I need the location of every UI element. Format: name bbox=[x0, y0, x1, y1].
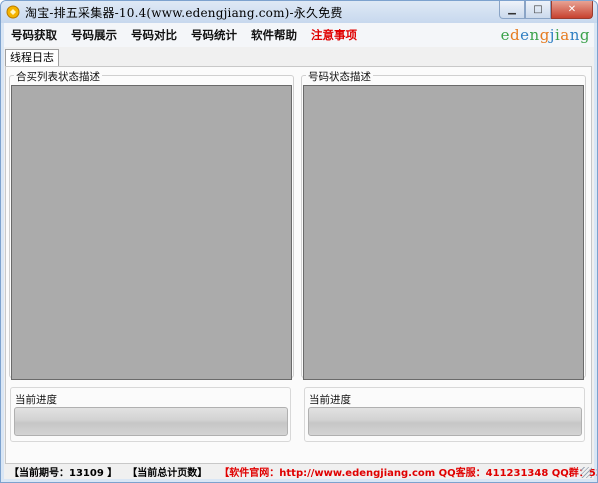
app-icon bbox=[6, 5, 20, 19]
close-icon: ✕ bbox=[567, 4, 577, 15]
menu-item-display[interactable]: 号码展示 bbox=[64, 23, 124, 47]
purchase-list-log[interactable] bbox=[11, 85, 292, 380]
resize-grip-icon[interactable] bbox=[581, 467, 592, 478]
tab-page-thread-log: 合买列表状态描述 号码状态描述 当前进度 当前进度 bbox=[5, 66, 592, 464]
status-bar: 【当前期号：13109 】 【当前总计页数】 【软件官网：http://www.… bbox=[4, 464, 597, 479]
left-progress-bar bbox=[14, 407, 288, 436]
menu-bar: 号码获取 号码展示 号码对比 号码统计 软件帮助 注意事项 edengjiang bbox=[4, 23, 594, 47]
window-title: 淘宝-排五采集器-10.4(www.edengjiang.com)-永久免费 bbox=[25, 5, 343, 20]
logo-letter: d bbox=[510, 26, 521, 44]
number-status-log[interactable] bbox=[303, 85, 584, 380]
menu-item-fetch[interactable]: 号码获取 bbox=[4, 23, 64, 47]
status-site-info: 【软件官网：http://www.edengjiang.com QQ客服：411… bbox=[219, 468, 598, 479]
right-progress-group: 当前进度 bbox=[304, 387, 585, 442]
logo-letter: e bbox=[500, 26, 511, 44]
tab-strip: 线程日志 bbox=[4, 48, 594, 66]
purchase-list-group-label: 合买列表状态描述 bbox=[14, 69, 102, 84]
logo-letter: a bbox=[560, 26, 570, 44]
brand-logo: edengjiang bbox=[501, 26, 590, 44]
client-area: 号码获取 号码展示 号码对比 号码统计 软件帮助 注意事项 edengjiang… bbox=[4, 23, 597, 479]
minimize-button[interactable]: ▁ bbox=[499, 1, 525, 19]
logo-letter: g bbox=[539, 26, 550, 44]
left-progress-group: 当前进度 bbox=[10, 387, 291, 442]
menu-item-compare[interactable]: 号码对比 bbox=[124, 23, 184, 47]
maximize-button[interactable]: □ bbox=[525, 1, 551, 19]
menu-item-stats[interactable]: 号码统计 bbox=[184, 23, 244, 47]
logo-letter: n bbox=[569, 26, 580, 44]
right-progress-bar bbox=[308, 407, 582, 436]
left-progress-label: 当前进度 bbox=[15, 394, 57, 406]
title-bar[interactable]: 淘宝-排五采集器-10.4(www.edengjiang.com)-永久免费 ▁… bbox=[1, 1, 597, 23]
tab-thread-log[interactable]: 线程日志 bbox=[5, 49, 59, 66]
logo-letter: e bbox=[520, 26, 530, 44]
status-total-pages: 【当前总计页数】 bbox=[127, 468, 208, 479]
close-button[interactable]: ✕ bbox=[551, 1, 593, 19]
right-progress-label: 当前进度 bbox=[309, 394, 351, 406]
window-controls: ▁ □ ✕ bbox=[499, 1, 593, 19]
menu-item-help[interactable]: 软件帮助 bbox=[244, 23, 304, 47]
main-window: 淘宝-排五采集器-10.4(www.edengjiang.com)-永久免费 ▁… bbox=[0, 0, 598, 483]
logo-letter: g bbox=[579, 26, 590, 44]
minimize-icon: ▁ bbox=[508, 4, 516, 15]
status-current-issue: 【当前期号：13109 】 bbox=[9, 468, 118, 479]
number-status-group-label: 号码状态描述 bbox=[306, 69, 373, 84]
menu-item-notice[interactable]: 注意事项 bbox=[304, 23, 364, 47]
maximize-icon: □ bbox=[533, 4, 543, 15]
logo-letter: n bbox=[529, 26, 540, 44]
